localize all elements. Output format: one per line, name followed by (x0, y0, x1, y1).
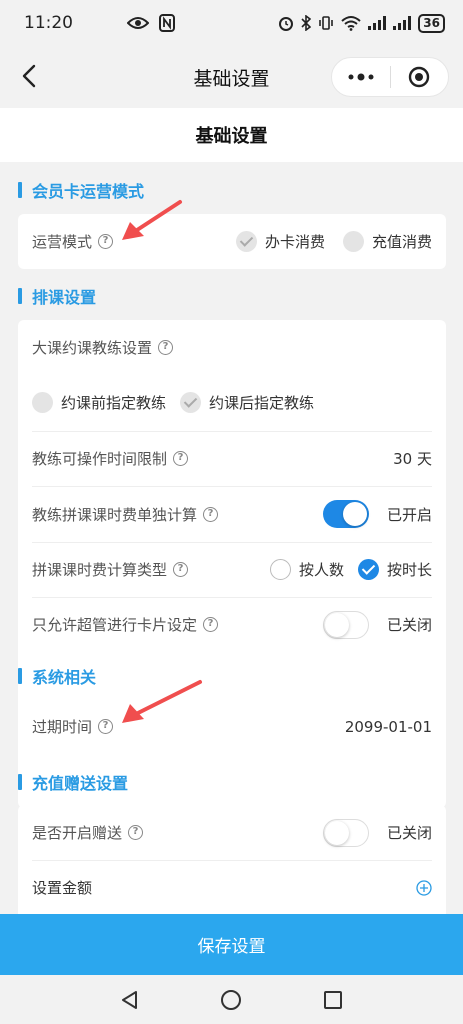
radio-fee-by-people[interactable] (269, 559, 291, 580)
help-icon[interactable]: ? (98, 234, 114, 249)
nfc-icon (159, 14, 175, 32)
back-arrow-icon[interactable] (16, 62, 44, 90)
big-class-coach-label: 大课约课教练设置 (32, 339, 153, 357)
fee-separate-row: 教练拼课课时费单独计算 ? 已开启 (32, 486, 432, 542)
help-icon[interactable]: ? (98, 719, 114, 734)
fee-by-duration-label: 按时长 (386, 561, 432, 579)
signal-icon (368, 16, 387, 30)
mini-program-capsule (331, 57, 449, 97)
fee-type-label: 拼课课时费计算类型 (32, 561, 168, 579)
membership-card: 运营模式 ? 办卡消费 充值消费 (18, 214, 446, 269)
nav-bar: 基础设置 (0, 46, 463, 108)
annotation-arrow-icon (122, 680, 202, 723)
fee-separate-toggle[interactable] (322, 500, 369, 528)
coach-time-limit-value: 30 天 (393, 450, 432, 468)
help-icon[interactable]: ? (158, 340, 174, 355)
fee-separate-status: 已开启 (386, 505, 432, 524)
help-icon[interactable]: ? (128, 825, 144, 840)
set-amount-label: 设置金额 (32, 879, 93, 897)
radio-assign-before[interactable] (32, 392, 53, 413)
recharge-card: 是否开启赠送 ? 已关闭 设置金额 (18, 805, 446, 925)
fee-separate-label: 教练拼课课时费单独计算 (32, 505, 198, 524)
radio-assign-after[interactable] (180, 392, 202, 413)
section-recharge-title: 充值赠送设置 (18, 770, 128, 794)
coach-time-limit-row[interactable]: 教练可操作时间限制 ? 30 天 (32, 431, 432, 486)
option-card-consumption-label: 办卡消费 (264, 233, 325, 251)
home-circle-icon[interactable] (220, 989, 242, 1011)
section-system-title: 系统相关 (18, 664, 96, 688)
radio-recharge-consumption[interactable] (342, 231, 364, 252)
bluetooth-icon (301, 15, 312, 31)
super-admin-row: 只允许超管进行卡片设定 ? 已关闭 (32, 597, 432, 652)
fee-by-people-label: 按人数 (298, 561, 344, 579)
help-icon[interactable]: ? (173, 451, 189, 466)
wifi-icon (341, 16, 361, 31)
status-bar: 11:20 36 (0, 0, 463, 46)
radio-card-consumption[interactable] (235, 231, 257, 252)
fee-type-row: 拼课课时费计算类型 ? 按人数 按时长 (32, 542, 432, 597)
super-admin-status: 已关闭 (386, 616, 432, 634)
target-close-icon (409, 66, 430, 88)
more-button[interactable] (332, 58, 390, 96)
more-dots-icon (348, 73, 374, 81)
option-recharge-consumption-label: 充值消费 (371, 233, 432, 251)
status-time: 11:20 (24, 13, 73, 33)
eye-icon (127, 17, 149, 29)
close-mini-program-button[interactable] (391, 58, 449, 96)
add-circle-icon[interactable] (416, 879, 432, 896)
system-nav-bar (0, 975, 463, 1024)
gift-enable-toggle[interactable] (322, 818, 369, 847)
option-assign-before-label: 约课前指定教练 (61, 394, 167, 412)
alarm-icon (279, 17, 294, 31)
gift-enable-label: 是否开启赠送 (32, 824, 123, 842)
option-assign-after-label: 约课后指定教练 (209, 394, 315, 412)
expire-time-value: 2099-01-01 (344, 717, 432, 736)
radio-fee-by-duration[interactable] (357, 559, 379, 580)
vibrate-icon (319, 16, 334, 30)
operation-mode-label: 运营模式 (32, 233, 93, 251)
super-admin-label: 只允许超管进行卡片设定 (32, 616, 198, 634)
expire-time-label: 过期时间 (32, 718, 93, 736)
battery-indicator: 36 (418, 13, 445, 33)
help-icon[interactable]: ? (203, 506, 219, 522)
recents-square-icon[interactable] (323, 990, 343, 1010)
gift-enable-status: 已关闭 (386, 824, 432, 842)
system-card: 过期时间 ? 2099-01-01 (18, 699, 446, 754)
coach-time-limit-label: 教练可操作时间限制 (32, 450, 168, 468)
help-icon[interactable]: ? (203, 617, 219, 632)
nav-title: 基础设置 (193, 67, 270, 90)
signal-icon-2 (393, 16, 412, 30)
super-admin-toggle[interactable] (322, 610, 369, 639)
save-settings-button[interactable]: 保存设置 (0, 914, 463, 975)
expire-time-row[interactable]: 过期时间 ? 2099-01-01 (32, 699, 432, 754)
operation-mode-row: 运营模式 ? 办卡消费 充值消费 (32, 214, 432, 269)
set-amount-row: 设置金额 (32, 860, 432, 915)
coach-assign-options-row: 约课前指定教练 约课后指定教练 (32, 375, 432, 430)
page-title: 基础设置 (0, 108, 463, 162)
back-triangle-icon[interactable] (120, 990, 140, 1010)
annotation-arrow-icon (122, 200, 182, 240)
gift-enable-row: 是否开启赠送 ? 已关闭 (32, 805, 432, 860)
section-schedule-title: 排课设置 (18, 284, 96, 308)
big-class-coach-row: 大课约课教练设置 ? (32, 320, 432, 375)
help-icon[interactable]: ? (173, 562, 189, 577)
